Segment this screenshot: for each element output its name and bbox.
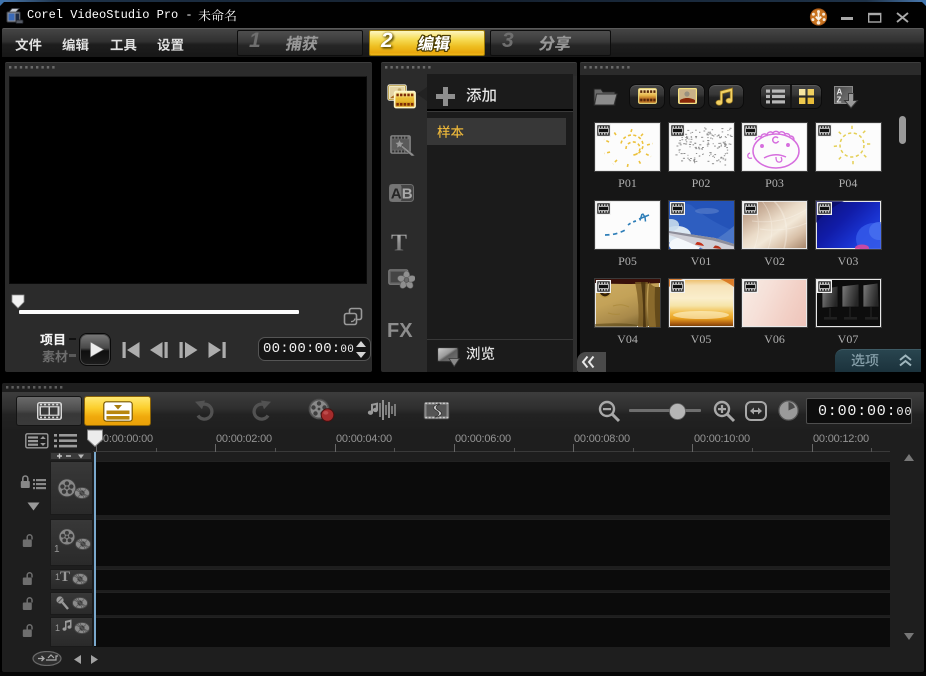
svg-text:A: A <box>391 186 402 203</box>
svg-text:B: B <box>402 186 413 203</box>
svg-text:T: T <box>391 233 407 253</box>
svg-text:Z: Z <box>837 96 842 105</box>
